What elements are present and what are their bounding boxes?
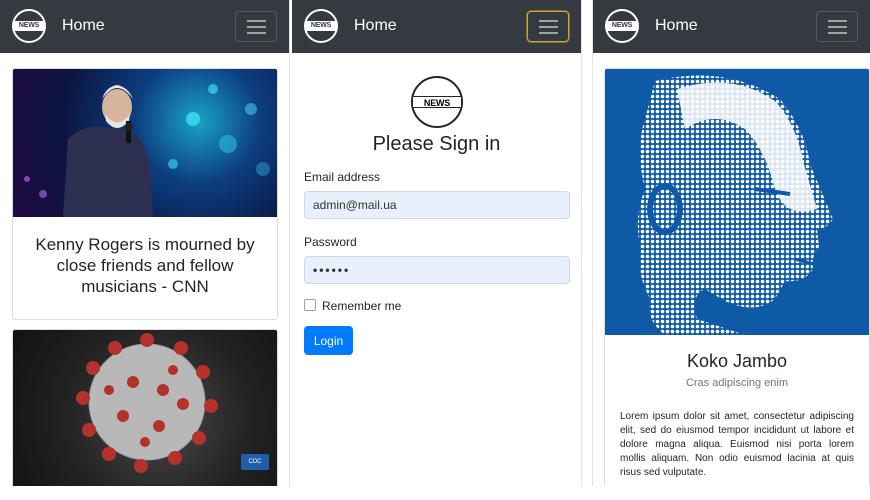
news-feed-screen: NEWS Home Kenny Rogers is mourned by clo… — [0, 0, 290, 486]
logo-text: NEWS — [413, 96, 461, 108]
news-card[interactable]: Kenny Rogers is mourned by close friends… — [12, 68, 278, 320]
password-label: Password — [304, 235, 357, 249]
profile-description: Lorem ipsum dolor sit amet, consectetur … — [620, 411, 854, 478]
email-field[interactable]: admin@mail.ua — [304, 191, 570, 219]
hamburger-icon-bar — [539, 26, 558, 28]
news-logo-icon[interactable]: NEWS — [12, 9, 46, 43]
menu-toggle-button[interactable] — [816, 11, 858, 42]
remember-me-checkbox[interactable] — [304, 299, 316, 311]
news-card-image — [13, 330, 277, 486]
password-field[interactable]: •••••• — [304, 256, 570, 284]
profile-subtitle: Cras adipiscing enim — [685, 377, 789, 389]
hamburger-icon — [247, 20, 266, 22]
hamburger-icon-bar — [539, 32, 558, 34]
concert-photo — [24, 84, 270, 217]
navbar: NEWS Home — [593, 0, 870, 53]
news-logo-icon[interactable]: NEWS — [605, 9, 639, 43]
hamburger-icon-bar — [247, 32, 266, 34]
nav-home-link[interactable]: Home — [62, 17, 105, 35]
profile-portrait — [605, 69, 869, 335]
login-screen: NEWS Home NEWS Please Sign in Email addr… — [292, 0, 582, 486]
menu-toggle-button[interactable] — [527, 11, 569, 42]
remember-me-label[interactable]: Remember me — [322, 299, 401, 313]
page-title: Please Sign in — [372, 133, 501, 155]
logo-text: NEWS — [14, 21, 44, 31]
nav-home-link[interactable]: Home — [354, 17, 397, 35]
navbar: NEWS Home — [292, 0, 581, 53]
halftone-portrait — [637, 75, 833, 335]
logo-text: NEWS — [306, 21, 336, 31]
hamburger-icon — [539, 20, 558, 22]
news-logo-icon: NEWS — [411, 76, 463, 128]
hamburger-icon-bar — [828, 32, 847, 34]
cdc-badge: CDC — [241, 454, 269, 470]
logo-text: NEWS — [607, 21, 637, 31]
profile-card: Koko Jambo Cras adipiscing enim Lorem ip… — [604, 68, 870, 486]
nav-home-link[interactable]: Home — [655, 17, 698, 35]
email-label: Email address — [304, 170, 381, 184]
profile-screen: NEWS Home Koko Jambo Cras adipiscing eni… — [592, 0, 870, 486]
news-card[interactable]: CDC — [12, 329, 278, 486]
news-card-image — [13, 69, 277, 217]
menu-toggle-button[interactable] — [235, 11, 277, 42]
hamburger-icon-bar — [247, 26, 266, 28]
profile-name: Koko Jambo — [686, 351, 788, 371]
coronavirus-illustration — [76, 333, 218, 473]
news-card-title[interactable]: Kenny Rogers is mourned by close friends… — [23, 234, 267, 297]
hamburger-icon — [828, 20, 847, 22]
navbar: NEWS Home — [0, 0, 289, 53]
news-logo-icon[interactable]: NEWS — [304, 9, 338, 43]
hamburger-icon-bar — [828, 26, 847, 28]
login-button[interactable]: Login — [304, 326, 353, 355]
